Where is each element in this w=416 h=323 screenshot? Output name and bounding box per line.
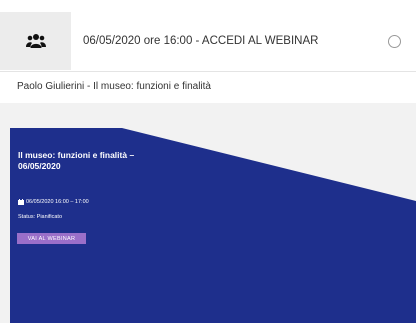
banner-status: Status: Pianificato (18, 214, 63, 220)
completion-radio[interactable] (388, 35, 401, 48)
banner-date-text: 06/05/2020 16:00 – 17:00 (26, 199, 89, 205)
lesson-subtitle: Paolo Giulierini - Il museo: funzioni e … (17, 81, 211, 92)
lesson-card: 06/05/2020 ore 16:00 - ACCEDI AL WEBINAR… (0, 0, 416, 103)
banner-title: Il museo: funzioni e finalità – 06/05/20… (18, 150, 135, 171)
users-icon (25, 34, 46, 48)
calendar-icon (18, 199, 24, 205)
webinar-banner: Il museo: funzioni e finalità – 06/05/20… (10, 128, 416, 323)
divider (0, 71, 416, 72)
webinar-access-link[interactable]: 06/05/2020 ore 16:00 - ACCEDI AL WEBINAR (83, 35, 318, 47)
join-webinar-button[interactable]: VAI AL WEBINAR (17, 233, 86, 244)
lesson-icon-box (0, 12, 71, 70)
banner-date: 06/05/2020 16:00 – 17:00 (18, 199, 89, 205)
